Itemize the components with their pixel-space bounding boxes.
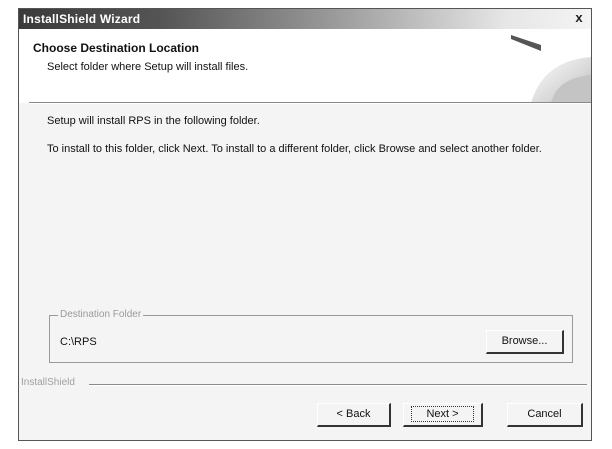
install-location-text: Setup will install RPS in the following … bbox=[47, 115, 260, 127]
page-subtitle: Select folder where Setup will install f… bbox=[47, 61, 249, 73]
wizard-header: Choose Destination Location Select folde… bbox=[19, 29, 591, 103]
next-button[interactable]: Next > bbox=[403, 403, 483, 427]
next-label: Next > bbox=[411, 406, 474, 422]
installshield-wizard-window: InstallShield Wizard x Choose Destinatio… bbox=[18, 8, 592, 441]
cancel-button[interactable]: Cancel bbox=[507, 403, 583, 427]
destination-path: C:\RPS bbox=[60, 336, 97, 348]
close-icon: x bbox=[575, 10, 583, 25]
installshield-header-graphic bbox=[511, 35, 591, 103]
back-button[interactable]: < Back bbox=[317, 403, 391, 427]
close-button[interactable]: x bbox=[571, 11, 587, 26]
installshield-brand-label: InstallShield bbox=[21, 377, 75, 388]
window-title: InstallShield Wizard bbox=[23, 12, 141, 26]
destination-folder-legend: Destination Folder bbox=[58, 309, 144, 320]
destination-folder-group: Destination Folder C:\RPS Browse... bbox=[49, 309, 573, 363]
title-bar: InstallShield Wizard x bbox=[19, 9, 591, 29]
cancel-label: Cancel bbox=[527, 408, 562, 420]
footer-separator bbox=[89, 384, 587, 386]
header-separator bbox=[29, 102, 591, 104]
browse-label: Browse... bbox=[501, 335, 548, 347]
instructions-text: To install to this folder, click Next. T… bbox=[47, 143, 542, 155]
browse-button[interactable]: Browse... bbox=[486, 330, 564, 354]
page-title: Choose Destination Location bbox=[33, 41, 200, 55]
back-label: < Back bbox=[336, 408, 371, 420]
